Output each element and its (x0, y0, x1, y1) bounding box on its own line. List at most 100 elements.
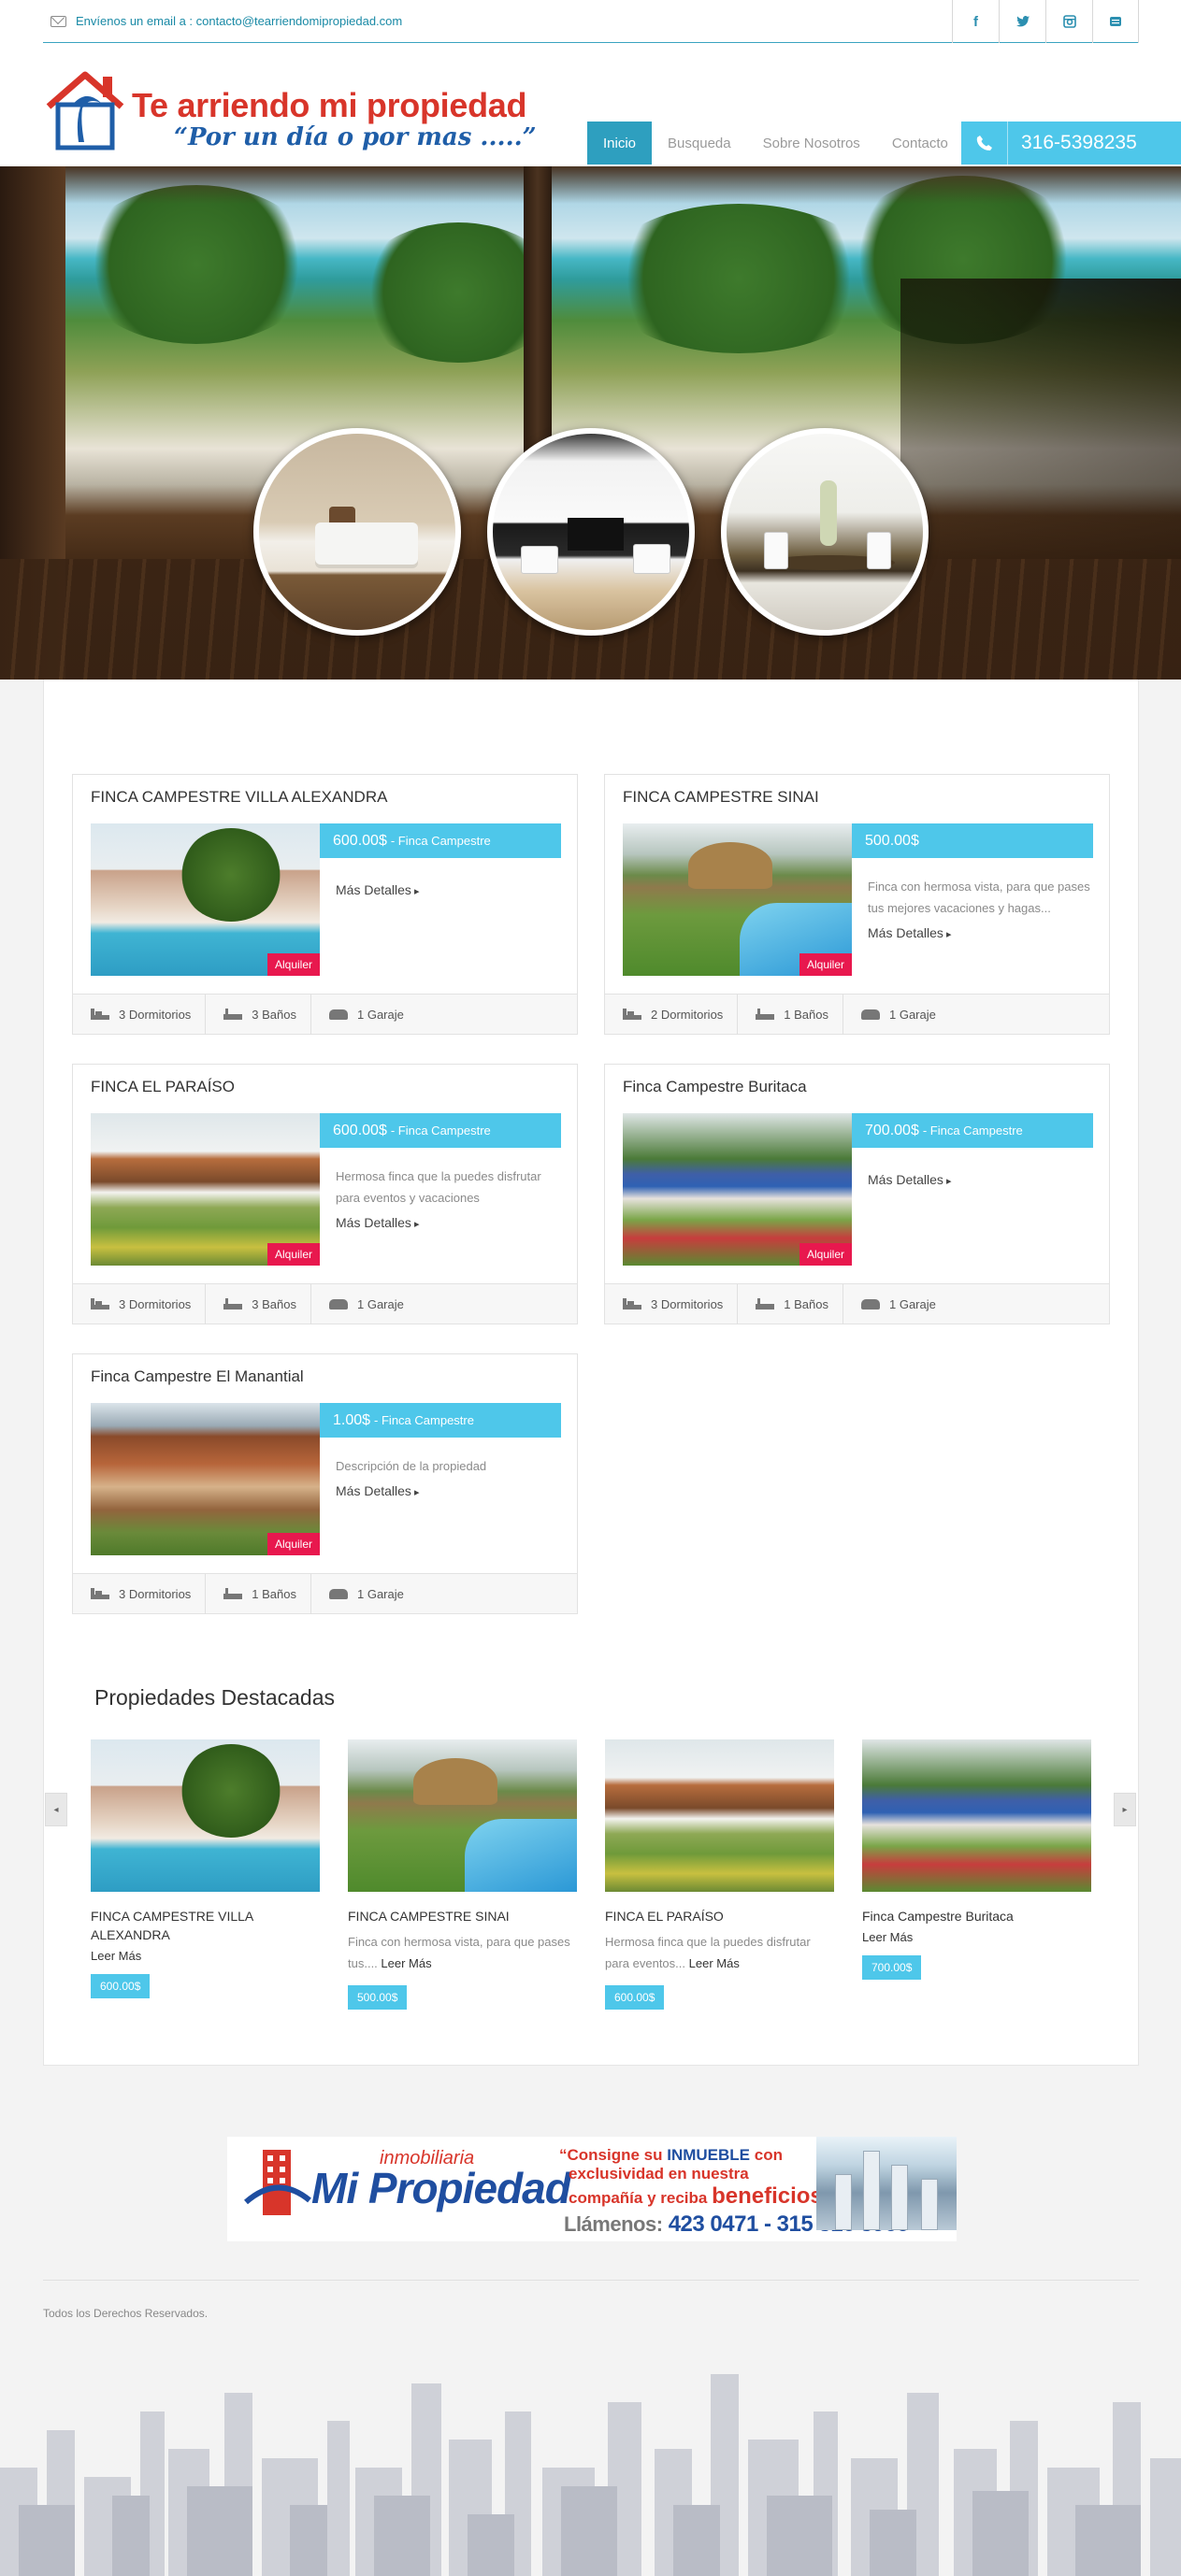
featured-name[interactable]: FINCA EL PARAÍSO (605, 1907, 834, 1925)
featured-name[interactable]: FINCA CAMPESTRE SINAI (348, 1907, 577, 1925)
nav-sobre-nosotros[interactable]: Sobre Nosotros (747, 122, 876, 165)
footer-divider (43, 2280, 1139, 2281)
bath-icon (223, 1009, 243, 1020)
read-more-link[interactable]: Leer Más (91, 1949, 320, 1963)
featured-item[interactable]: FINCA CAMPESTRE VILLA ALEXANDRA Leer Más… (91, 1739, 320, 1998)
bedrooms: 3 Dormitorios (119, 1007, 192, 1022)
phone-contact[interactable]: 316-5398235 (961, 122, 1181, 165)
property-card[interactable]: FINCA CAMPESTRE VILLA ALEXANDRA Alquiler… (72, 774, 578, 1035)
bathrooms: 1 Baños (784, 1007, 828, 1022)
banner-building-photo (816, 2137, 957, 2230)
bathrooms: 1 Baños (252, 1586, 296, 1601)
property-card[interactable]: FINCA EL PARAÍSO Alquiler 600.00$ - Finc… (72, 1064, 578, 1324)
contact-email[interactable]: Envíenos un email a : contacto@tearriend… (50, 14, 402, 28)
garages: 1 Garaje (357, 1296, 404, 1311)
property-type: - Finca Campestre (390, 1123, 491, 1138)
featured-item[interactable]: FINCA CAMPESTRE SINAI Finca con hermosa … (348, 1739, 577, 2010)
property-type: - Finca Campestre (390, 834, 491, 848)
bed-icon (91, 1009, 109, 1020)
more-details-link[interactable]: Más Detalles (336, 1483, 420, 1498)
car-icon (329, 1298, 348, 1309)
twitter-icon[interactable] (999, 0, 1045, 43)
property-image[interactable]: Alquiler (91, 1113, 320, 1266)
featured-price: 600.00$ (91, 1974, 151, 1998)
property-image[interactable]: Alquiler (623, 1113, 852, 1266)
main-nav: Inicio Busqueda Sobre Nosotros Contacto (587, 122, 964, 165)
property-type: - Finca Campestre (922, 1123, 1023, 1138)
featured-image[interactable] (348, 1739, 577, 1892)
property-price: 700.00$ (865, 1122, 919, 1138)
nav-contacto[interactable]: Contacto (876, 122, 964, 165)
garages: 1 Garaje (357, 1586, 404, 1601)
property-title[interactable]: FINCA EL PARAÍSO (91, 1078, 235, 1096)
bathrooms: 3 Baños (252, 1296, 296, 1311)
property-type: - Finca Campestre (374, 1413, 474, 1427)
property-card[interactable]: FINCA CAMPESTRE SINAI Alquiler 500.00$ F… (604, 774, 1110, 1035)
more-details-link[interactable]: Más Detalles (868, 925, 952, 940)
price-bar: 700.00$ - Finca Campestre (852, 1113, 1093, 1148)
more-details-link[interactable]: Más Detalles (868, 1172, 952, 1187)
property-features: 3 Dormitorios 1 Baños 1 Garaje (73, 1573, 577, 1614)
featured-item[interactable]: FINCA EL PARAÍSO Hermosa finca que la pu… (605, 1739, 834, 2010)
property-title[interactable]: Finca Campestre El Manantial (91, 1367, 304, 1386)
price-bar: 600.00$ - Finca Campestre (320, 823, 561, 858)
logo-title: Te arriendo mi propiedad (132, 86, 527, 124)
featured-image[interactable] (862, 1739, 1091, 1892)
featured-name[interactable]: Finca Campestre Buritaca (862, 1907, 1091, 1925)
status-badge: Alquiler (799, 953, 852, 976)
carousel-next-button[interactable]: ▸ (1114, 1793, 1136, 1826)
property-features: 3 Dormitorios 3 Baños 1 Garaje (73, 994, 577, 1035)
contact-email-text: Envíenos un email a : contacto@tearriend… (76, 14, 403, 28)
bedrooms: 3 Dormitorios (119, 1296, 192, 1311)
status-badge: Alquiler (266, 1533, 320, 1555)
featured-image[interactable] (91, 1739, 320, 1892)
property-price: 1.00$ (333, 1411, 371, 1428)
bath-icon (756, 1298, 775, 1309)
read-more-link[interactable]: Leer Más (862, 1930, 1091, 1944)
banner-text-line2: exclusividad en nuestra (569, 2165, 749, 2182)
property-title[interactable]: FINCA CAMPESTRE SINAI (623, 788, 819, 807)
featured-name[interactable]: FINCA CAMPESTRE VILLA ALEXANDRA (91, 1907, 320, 1944)
featured-description: Finca con hermosa vista, para que pases … (348, 1935, 570, 1970)
site-logo[interactable]: Te arriendo mi propiedad “Por un día o p… (43, 69, 548, 163)
property-description: Descripción de la propiedad (336, 1459, 487, 1473)
property-image[interactable]: Alquiler (623, 823, 852, 976)
more-details-link[interactable]: Más Detalles (336, 1215, 420, 1230)
nav-busqueda[interactable]: Busqueda (652, 122, 747, 165)
property-description: Finca con hermosa vista, para que pases … (868, 880, 1090, 915)
property-description: Hermosa finca que la puedes disfrutar pa… (336, 1169, 541, 1205)
bed-icon (91, 1298, 109, 1309)
price-bar: 600.00$ - Finca Campestre (320, 1113, 561, 1148)
property-features: 3 Dormitorios 1 Baños 1 Garaje (605, 1283, 1109, 1324)
facebook-icon[interactable]: f (952, 0, 999, 43)
top-bar: Envíenos un email a : contacto@tearriend… (0, 0, 1181, 43)
property-image[interactable]: Alquiler (91, 1403, 320, 1555)
featured-title: Propiedades Destacadas (94, 1685, 335, 1710)
status-badge: Alquiler (266, 953, 320, 976)
featured-price: 500.00$ (348, 1985, 408, 2010)
youtube-icon[interactable] (1092, 0, 1139, 43)
read-more-link[interactable]: Leer Más (381, 1956, 431, 1970)
carousel-prev-button[interactable]: ◂ (45, 1793, 67, 1826)
price-bar: 500.00$ (852, 823, 1093, 858)
read-more-link[interactable]: Leer Más (689, 1956, 740, 1970)
property-title[interactable]: FINCA CAMPESTRE VILLA ALEXANDRA (91, 788, 387, 807)
city-skyline-decoration (0, 2374, 1181, 2576)
property-image[interactable]: Alquiler (91, 823, 320, 976)
featured-item[interactable]: Finca Campestre Buritaca Leer Más 700.00… (862, 1739, 1091, 1980)
more-details-link[interactable]: Más Detalles (336, 882, 420, 897)
property-card[interactable]: Finca Campestre El Manantial Alquiler 1.… (72, 1353, 578, 1614)
banner-text-line1: “Consigne su INMUEBLE con (559, 2146, 783, 2164)
featured-price: 600.00$ (605, 1985, 665, 2010)
property-price: 600.00$ (333, 1122, 387, 1138)
car-icon (329, 1009, 348, 1020)
logo-slogan: “Por un día o por mas .....” (174, 123, 537, 151)
property-card[interactable]: Finca Campestre Buritaca Alquiler 700.00… (604, 1064, 1110, 1324)
nav-inicio[interactable]: Inicio (587, 122, 653, 165)
featured-image[interactable] (605, 1739, 834, 1892)
bathrooms: 1 Baños (784, 1296, 828, 1311)
instagram-icon[interactable] (1045, 0, 1092, 43)
property-title[interactable]: Finca Campestre Buritaca (623, 1078, 807, 1096)
copyright-text: Todos los Derechos Reservados. (43, 2307, 209, 2320)
advertising-banner[interactable]: inmobiliaria Mi Propiedad “Consigne su I… (227, 2137, 957, 2241)
